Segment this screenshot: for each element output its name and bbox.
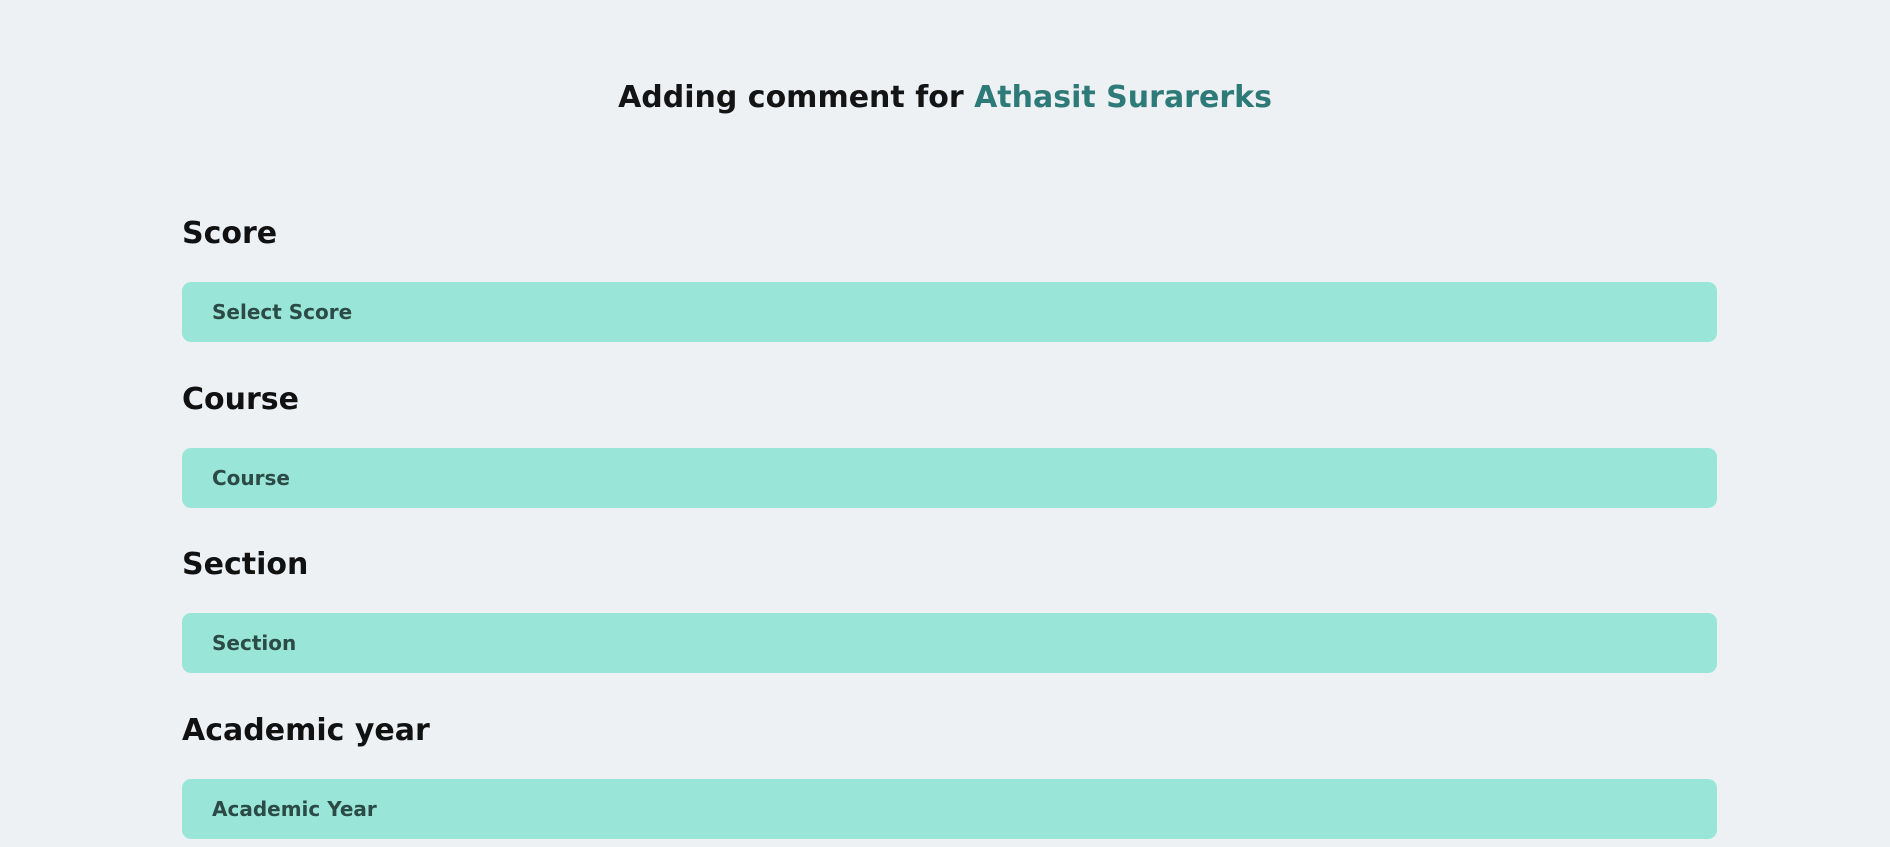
score-select[interactable]: Select Score xyxy=(182,282,1717,342)
student-name: Athasit Surarerks xyxy=(974,80,1272,115)
section-select-value: Section xyxy=(212,631,297,655)
section-select[interactable]: Section xyxy=(182,613,1717,673)
academic-year-label: Academic year xyxy=(182,713,430,748)
academic-year-select[interactable]: Academic Year xyxy=(182,779,1717,839)
score-label: Score xyxy=(182,216,278,251)
title-prefix: Adding comment for xyxy=(618,80,975,115)
course-label: Course xyxy=(182,382,299,417)
score-select-value: Select Score xyxy=(212,300,353,324)
section-label: Section xyxy=(182,547,309,582)
course-select[interactable]: Course xyxy=(182,448,1717,508)
academic-year-select-value: Academic Year xyxy=(212,797,377,821)
course-select-value: Course xyxy=(212,466,290,490)
page-title: Adding comment for Athasit Surarerks xyxy=(0,78,1890,118)
